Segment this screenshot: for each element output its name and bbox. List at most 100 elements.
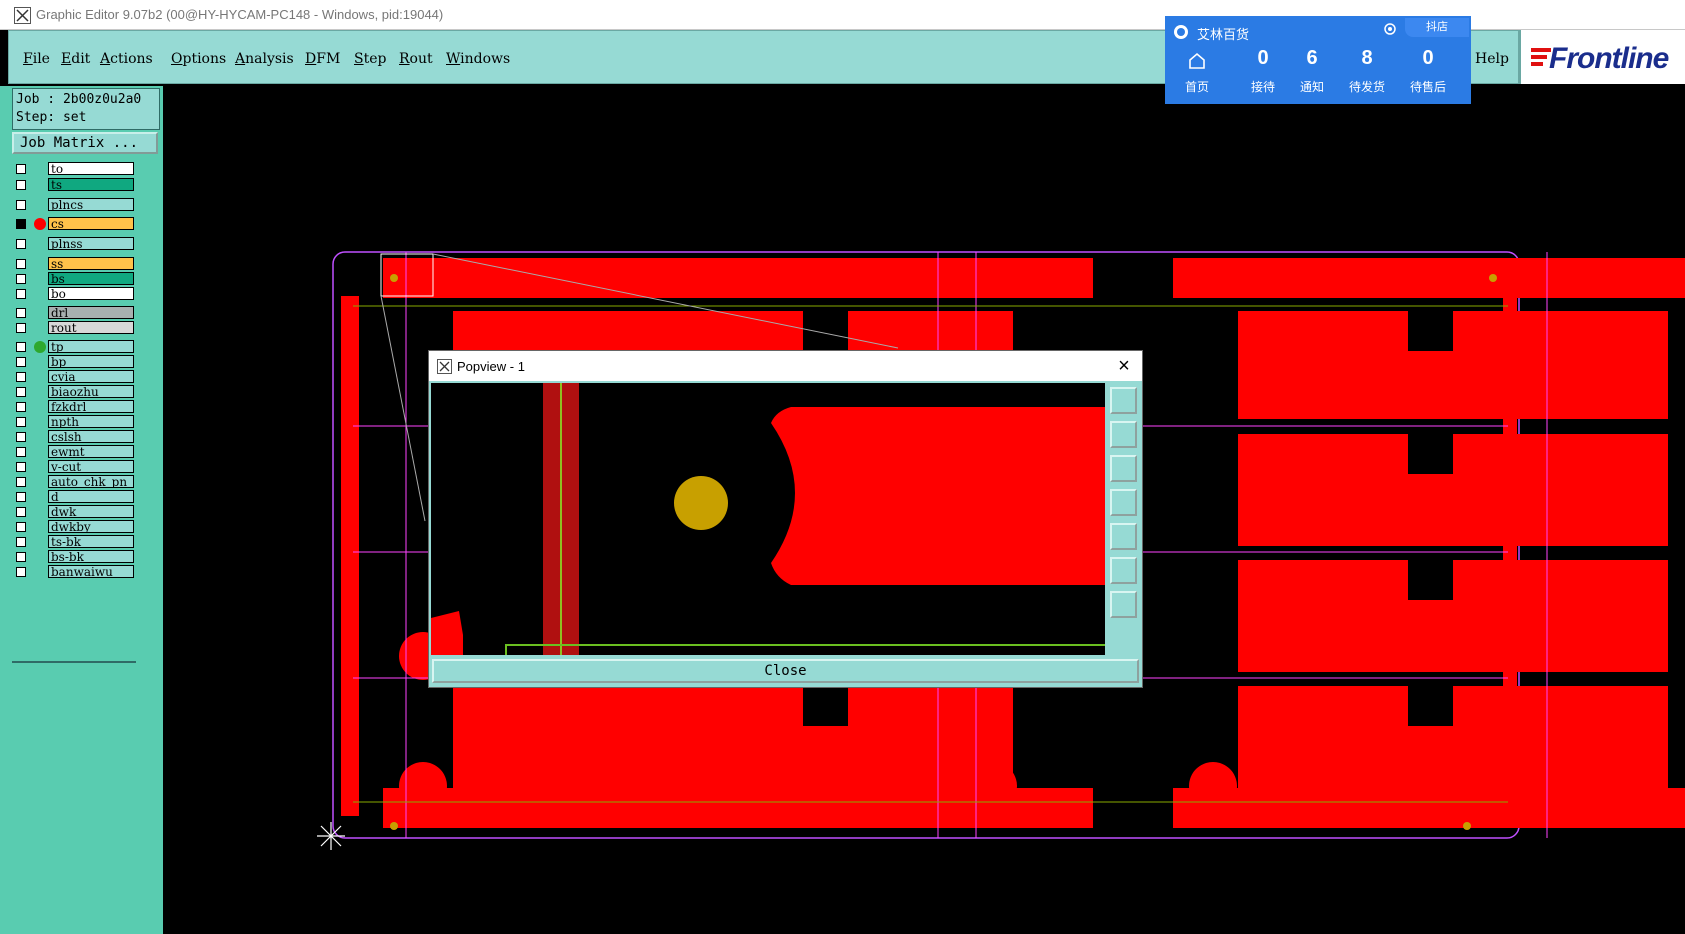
menu-options[interactable]: Options [171, 51, 226, 67]
menu-dfm[interactable]: DFM [305, 51, 340, 67]
stat-notice-value[interactable]: 6 [1287, 47, 1337, 70]
menu-step[interactable]: Step [354, 51, 386, 67]
layer-name[interactable]: ts [48, 178, 134, 191]
layer-name[interactable]: cslsh [48, 430, 134, 443]
menu-windows[interactable]: Windows [446, 51, 510, 67]
layer-checkbox[interactable] [16, 447, 26, 457]
home-icon[interactable] [1187, 52, 1207, 70]
layer-row-ewmt[interactable]: ewmt [12, 445, 136, 459]
layer-row-drl[interactable]: drl [12, 306, 136, 320]
layer-name[interactable]: cs [48, 217, 134, 230]
job-matrix-button[interactable]: Job Matrix ... [12, 132, 158, 154]
layer-checkbox[interactable] [16, 342, 26, 352]
layer-row-d[interactable]: d [12, 490, 136, 504]
layer-checkbox[interactable] [16, 219, 26, 229]
layer-checkbox[interactable] [16, 200, 26, 210]
pan-right-icon[interactable] [1110, 523, 1137, 550]
layer-name[interactable]: tp [48, 340, 134, 353]
pan-up-icon[interactable] [1110, 421, 1137, 448]
layer-row-ts[interactable]: ts [12, 178, 136, 192]
layer-name[interactable]: to [48, 162, 134, 175]
layer-row-bs[interactable]: bs [12, 272, 136, 286]
layer-row-rout[interactable]: rout [12, 321, 136, 335]
layer-row-banwaiwu[interactable]: banwaiwu [12, 565, 136, 579]
layer-name[interactable]: ewmt [48, 445, 134, 458]
layer-name[interactable]: cvia [48, 370, 134, 383]
layer-row-ss[interactable]: ss [12, 257, 136, 271]
layer-row-cs[interactable]: cs [12, 217, 136, 231]
layer-checkbox[interactable] [16, 387, 26, 397]
pan-left-icon[interactable] [1110, 489, 1137, 516]
layer-name[interactable]: d [48, 490, 134, 503]
layer-row-cvia[interactable]: cvia [12, 370, 136, 384]
layer-row-cslsh[interactable]: cslsh [12, 430, 136, 444]
layer-checkbox[interactable] [16, 357, 26, 367]
menu-actions[interactable]: Actions [100, 51, 153, 67]
menu-edit[interactable]: Edit [61, 51, 90, 67]
layer-checkbox[interactable] [16, 492, 26, 502]
layer-row-bp[interactable]: bp [12, 355, 136, 369]
layer-row-plnss[interactable]: plnss [12, 237, 136, 251]
layer-checkbox[interactable] [16, 372, 26, 382]
layer-checkbox[interactable] [16, 323, 26, 333]
zoom-fit-icon[interactable] [1110, 387, 1137, 414]
layer-checkbox[interactable] [16, 477, 26, 487]
layer-name[interactable]: drl [48, 306, 134, 319]
layer-row-dwkby[interactable]: dwkby [12, 520, 136, 534]
layer-checkbox[interactable] [16, 537, 26, 547]
layer-row-to[interactable]: to [12, 162, 136, 176]
menu-help[interactable]: Help [1475, 51, 1509, 67]
layer-row-bo[interactable]: bo [12, 287, 136, 301]
layer-name[interactable]: dwkby [48, 520, 134, 533]
layer-name[interactable]: plnss [48, 237, 134, 250]
layer-row-tp[interactable]: tp [12, 340, 136, 354]
pan-down-icon[interactable] [1110, 455, 1137, 482]
layer-name[interactable]: banwaiwu [48, 565, 134, 578]
layer-name[interactable]: v-cut [48, 460, 134, 473]
close-icon[interactable]: × [1113, 355, 1135, 377]
layer-checkbox[interactable] [16, 462, 26, 472]
layer-name[interactable]: npth [48, 415, 134, 428]
layer-checkbox[interactable] [16, 432, 26, 442]
layer-name[interactable]: plncs [48, 198, 134, 211]
layer-row-ts-bk[interactable]: ts-bk [12, 535, 136, 549]
layer-row-auto_chk_pn[interactable]: auto_chk_pn [12, 475, 136, 489]
layer-name[interactable]: bs-bk [48, 550, 134, 563]
layer-checkbox[interactable] [16, 239, 26, 249]
layer-checkbox[interactable] [16, 552, 26, 562]
settings-icon[interactable] [1383, 22, 1397, 36]
layer-checkbox[interactable] [16, 507, 26, 517]
menu-file[interactable]: File [23, 51, 50, 67]
layer-checkbox[interactable] [16, 417, 26, 427]
layer-checkbox[interactable] [16, 308, 26, 318]
layer-row-plncs[interactable]: plncs [12, 198, 136, 212]
layer-name[interactable]: rout [48, 321, 134, 334]
stat-after-sale-value[interactable]: 0 [1403, 47, 1453, 70]
layer-checkbox[interactable] [16, 402, 26, 412]
layer-row-biaozhu[interactable]: biaozhu [12, 385, 136, 399]
layer-name[interactable]: ts-bk [48, 535, 134, 548]
layer-row-fzkdrl[interactable]: fzkdrl [12, 400, 136, 414]
stat-to-ship-value[interactable]: 8 [1342, 47, 1392, 70]
layer-row-dwk[interactable]: dwk [12, 505, 136, 519]
layer-row-v-cut[interactable]: v-cut [12, 460, 136, 474]
layer-checkbox[interactable] [16, 259, 26, 269]
layer-row-bs-bk[interactable]: bs-bk [12, 550, 136, 564]
zoom-out-icon[interactable] [1110, 591, 1137, 618]
layer-name[interactable]: fzkdrl [48, 400, 134, 413]
layer-name[interactable]: bo [48, 287, 134, 300]
layer-name[interactable]: biaozhu [48, 385, 134, 398]
layer-checkbox[interactable] [16, 180, 26, 190]
layer-checkbox[interactable] [16, 164, 26, 174]
layer-checkbox[interactable] [16, 274, 26, 284]
stat-reception-value[interactable]: 0 [1238, 47, 1288, 70]
layer-name[interactable]: bp [48, 355, 134, 368]
menu-rout[interactable]: Rout [399, 51, 433, 67]
layer-name[interactable]: ss [48, 257, 134, 270]
layer-checkbox[interactable] [16, 289, 26, 299]
popup-home-label[interactable]: 首页 [1172, 78, 1222, 95]
layer-row-npth[interactable]: npth [12, 415, 136, 429]
popview-canvas[interactable] [431, 383, 1105, 655]
layer-name[interactable]: bs [48, 272, 134, 285]
zoom-in-icon[interactable] [1110, 557, 1137, 584]
